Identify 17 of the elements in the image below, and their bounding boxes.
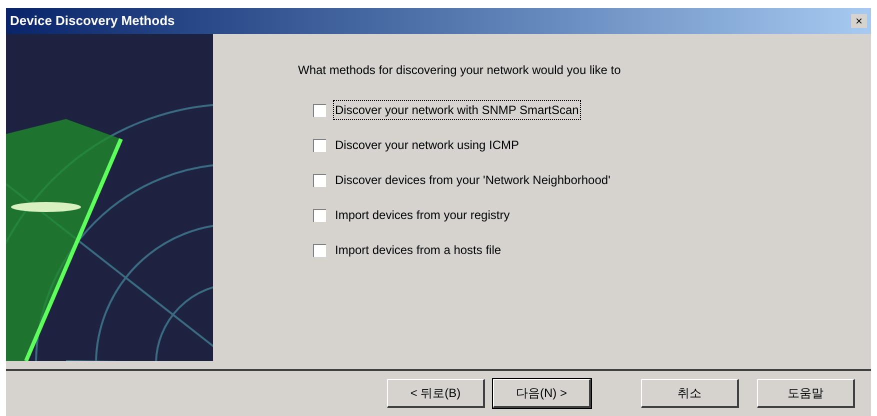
wizard-button[interactable]: < 뒤로(B) [387, 379, 485, 408]
close-button[interactable]: × [851, 14, 867, 28]
wizard-button[interactable]: 취소 [641, 379, 739, 408]
wizard-button[interactable]: 다음(N) > [493, 379, 591, 408]
checkbox-label[interactable]: Import devices from a hosts file [334, 241, 502, 259]
checkbox-label[interactable]: Import devices from your registry [334, 206, 511, 224]
checkbox-label[interactable]: Discover devices from your 'Network Neighborhood' [334, 171, 612, 189]
prompt-text: What methods for discovering your network would you like to [298, 62, 622, 79]
checkbox[interactable] [313, 208, 326, 222]
checkbox[interactable] [313, 174, 326, 186]
window-title: Device Discovery Methods [10, 12, 175, 30]
checkbox-label[interactable]: Discover your network using ICMP [334, 136, 520, 154]
wizard-button[interactable]: 도움말 [757, 379, 855, 408]
checkbox[interactable] [313, 244, 326, 256]
checkbox-label[interactable]: Discover your network with SNMP SmartScan [334, 101, 580, 119]
checkbox[interactable] [313, 138, 326, 152]
checkbox[interactable] [313, 104, 326, 116]
